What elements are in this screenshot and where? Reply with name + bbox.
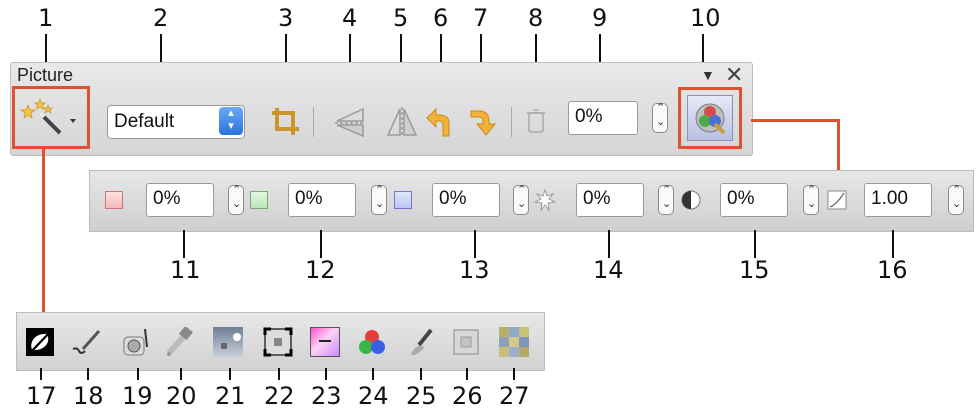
callout-line-12 — [320, 230, 322, 258]
sharpen-icon[interactable] — [121, 327, 151, 357]
charcoal-sketch-icon[interactable] — [405, 327, 435, 357]
callout-line-26 — [466, 368, 468, 380]
callout-line-18 — [87, 368, 89, 380]
filter-highlight-box — [12, 86, 90, 149]
callout-line-16 — [892, 230, 894, 258]
callout-16: 16 — [877, 256, 908, 284]
gamma-icon — [827, 190, 847, 210]
callout-line-17 — [40, 368, 42, 380]
color-callout-line-horizontal — [751, 119, 840, 122]
graphics-mode-value: Default — [114, 111, 175, 132]
contrast-icon — [681, 190, 701, 210]
green-channel-icon — [250, 191, 268, 209]
callout-19: 19 — [122, 382, 153, 410]
callout-line-25 — [420, 368, 422, 380]
callout-line-20 — [180, 368, 182, 380]
relief-icon[interactable] — [451, 327, 481, 357]
gamma-field[interactable]: 1.00 — [864, 183, 932, 217]
callout-21: 21 — [215, 382, 246, 410]
callout-6: 6 — [433, 4, 449, 32]
crop-icon[interactable] — [269, 105, 303, 139]
transparency-field[interactable]: 0% — [568, 101, 638, 135]
callout-23: 23 — [311, 382, 342, 410]
callout-4: 4 — [342, 4, 358, 32]
remove-noise-icon[interactable] — [163, 327, 193, 357]
flip-horizontally-icon[interactable] — [385, 105, 419, 139]
picture-toolbar: Picture ▼ ✕ Default ▴ ▾ 0% ⌃ ⌄ — [10, 62, 753, 156]
callout-1: 1 — [38, 4, 54, 32]
red-field[interactable]: 0% — [146, 183, 214, 217]
callout-2: 2 — [153, 4, 169, 32]
transparency-spinner[interactable] — [652, 101, 668, 133]
callout-12: 12 — [305, 256, 336, 284]
callout-line-24 — [372, 368, 374, 380]
solarization-icon[interactable] — [213, 327, 243, 357]
callout-line-15 — [754, 230, 756, 258]
separator — [313, 107, 314, 137]
callout-14: 14 — [593, 256, 624, 284]
callout-17: 17 — [26, 382, 57, 410]
invert-icon[interactable] — [25, 327, 55, 357]
color-toolbar: 0% 0% 0% 0% 0% 1.00 — [89, 170, 974, 232]
green-spinner[interactable] — [371, 183, 387, 215]
graphics-mode-select[interactable]: Default ▴ ▾ — [107, 105, 245, 139]
contrast-field[interactable]: 0% — [720, 183, 788, 217]
callout-8: 8 — [528, 4, 544, 32]
callout-5: 5 — [393, 4, 409, 32]
blue-spinner[interactable] — [513, 183, 529, 215]
brightness-icon — [534, 189, 556, 211]
blue-field[interactable]: 0% — [432, 183, 500, 217]
rotate-right-icon[interactable] — [467, 105, 501, 139]
callout-22: 22 — [264, 382, 295, 410]
callout-25: 25 — [406, 382, 437, 410]
callout-line-27 — [513, 368, 515, 380]
callout-line-14 — [608, 230, 610, 258]
callout-line-13 — [474, 230, 476, 258]
color-button[interactable] — [687, 95, 733, 141]
smooth-icon[interactable] — [71, 327, 101, 357]
callout-line-11 — [183, 230, 185, 258]
brightness-field[interactable]: 0% — [576, 183, 644, 217]
rotate-left-icon[interactable] — [425, 105, 459, 139]
callout-18: 18 — [73, 382, 104, 410]
mosaic-icon[interactable] — [499, 327, 529, 357]
brightness-spinner[interactable] — [658, 183, 674, 215]
callout-10: 10 — [690, 4, 721, 32]
red-spinner[interactable] — [228, 183, 244, 215]
callout-27: 27 — [499, 382, 530, 410]
toolbar-close-icon[interactable]: ✕ — [725, 62, 743, 88]
callout-24: 24 — [358, 382, 389, 410]
callout-9: 9 — [592, 4, 608, 32]
green-field[interactable]: 0% — [288, 183, 356, 217]
callout-11: 11 — [170, 256, 201, 284]
separator — [511, 107, 512, 137]
callout-26: 26 — [452, 382, 483, 410]
flip-vertically-icon[interactable] — [333, 105, 367, 139]
filter-toolbar — [16, 312, 545, 371]
color-callout-line-vertical — [837, 119, 840, 170]
transparency-icon — [527, 109, 545, 133]
callout-15: 15 — [739, 256, 770, 284]
callout-line-22 — [278, 368, 280, 380]
callout-line-23 — [325, 368, 327, 380]
aging-icon[interactable] — [263, 327, 293, 357]
color-icon — [695, 103, 726, 135]
pop-art-icon[interactable] — [357, 327, 387, 357]
callout-line-21 — [229, 368, 231, 380]
toolbar-menu-icon[interactable]: ▼ — [701, 67, 715, 83]
callout-3: 3 — [278, 4, 294, 32]
callout-line-19 — [137, 368, 139, 380]
gamma-spinner[interactable] — [948, 183, 964, 215]
posterize-icon[interactable] — [310, 327, 340, 357]
callout-13: 13 — [459, 256, 490, 284]
filter-callout-line — [42, 148, 45, 312]
blue-channel-icon — [394, 191, 412, 209]
toolbar-title: Picture — [17, 65, 74, 85]
callout-20: 20 — [166, 382, 197, 410]
select-arrow-icon: ▴ ▾ — [219, 107, 243, 135]
contrast-spinner[interactable] — [803, 183, 819, 215]
red-channel-icon — [105, 191, 123, 209]
callout-7: 7 — [473, 4, 489, 32]
